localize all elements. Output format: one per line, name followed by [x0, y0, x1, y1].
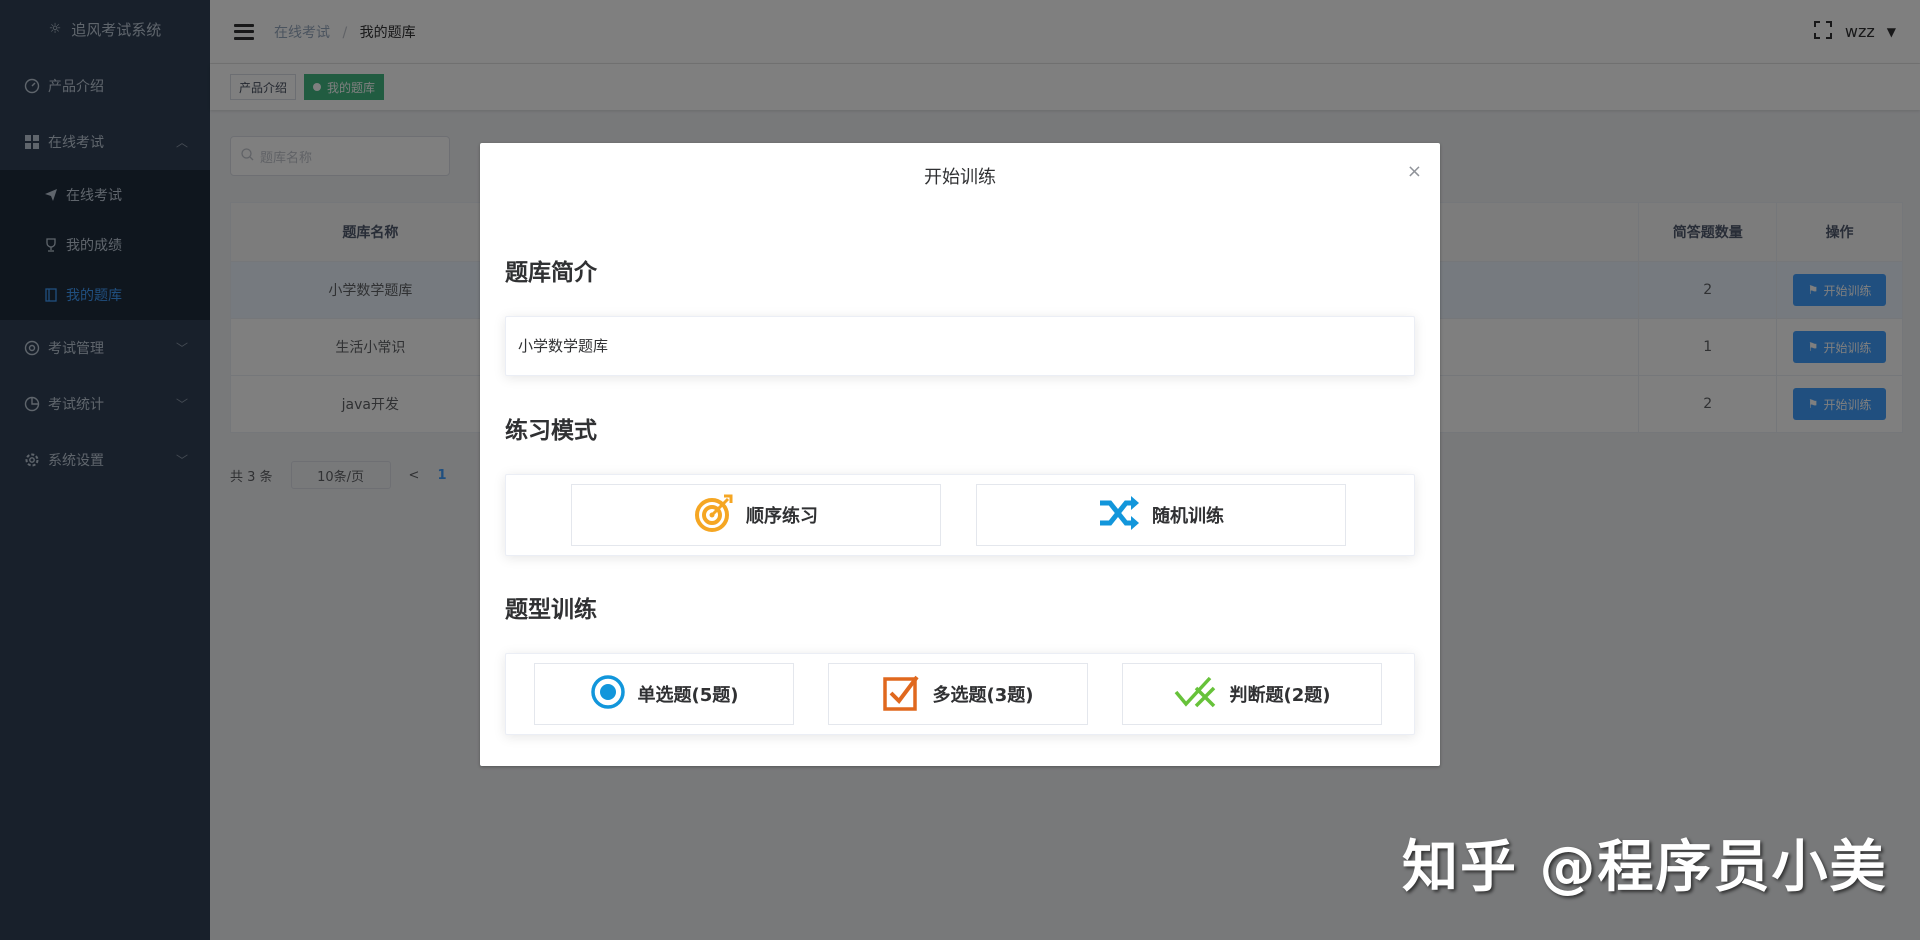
option-label: 顺序练习 — [746, 506, 818, 527]
watermark: 知乎 @程序员小美 — [1402, 835, 1888, 900]
option-label: 多选题(3题) — [932, 685, 1034, 706]
type-section-title: 题型训练 — [505, 597, 597, 623]
sequential-practice-button[interactable]: 顺序练习 — [571, 484, 941, 546]
option-label: 单选题(5题) — [637, 685, 739, 706]
checkbox-icon — [882, 673, 921, 716]
dialog-title: 开始训练 — [924, 167, 996, 188]
multiple-choice-button[interactable]: 多选题(3题) — [828, 663, 1088, 725]
random-training-button[interactable]: 随机训练 — [976, 484, 1346, 546]
judge-icon — [1174, 674, 1218, 715]
target-icon — [694, 493, 734, 538]
option-label: 判断题(2题) — [1229, 685, 1331, 706]
option-label: 随机训练 — [1152, 506, 1224, 527]
intro-section-title: 题库简介 — [505, 260, 597, 286]
mode-section-title: 练习模式 — [505, 418, 597, 444]
true-false-button[interactable]: 判断题(2题) — [1122, 663, 1382, 725]
close-icon[interactable]: × — [1407, 161, 1422, 182]
single-choice-button[interactable]: 单选题(5题) — [534, 663, 794, 725]
mode-card: 顺序练习 随机训练 — [505, 474, 1415, 556]
start-training-dialog: 开始训练 × 题库简介 小学数学题库 练习模式 顺序练习 随机训练 题型训练 单… — [480, 143, 1440, 766]
intro-text: 小学数学题库 — [518, 337, 609, 355]
type-card: 单选题(5题) 多选题(3题) 判断题(2题) — [505, 653, 1415, 735]
radio-icon — [590, 674, 626, 715]
shuffle-icon — [1098, 494, 1140, 537]
intro-card: 小学数学题库 — [505, 316, 1415, 376]
